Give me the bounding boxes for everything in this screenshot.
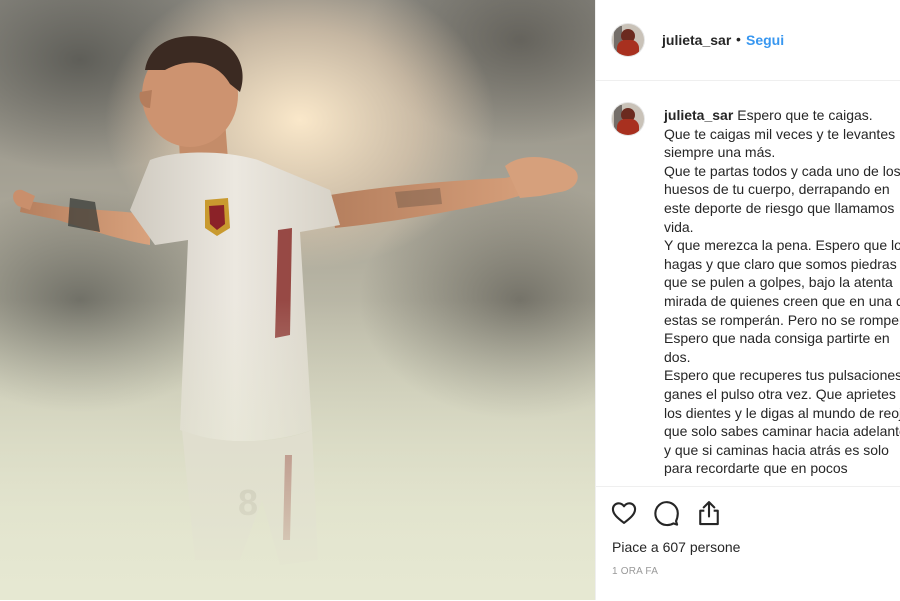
post-actions: Piace a 607 persone 1 ORA FA xyxy=(596,486,900,601)
post-sidebar: julieta_sar • Segui julieta_sar Espero qu… xyxy=(596,0,900,600)
player-illustration: 8 xyxy=(0,36,595,600)
share-icon[interactable] xyxy=(695,499,723,527)
comments-area[interactable]: julieta_sar Espero que te caigas. Que te … xyxy=(596,81,900,485)
follow-button[interactable]: Segui xyxy=(746,32,784,48)
caption-username[interactable]: julieta_sar xyxy=(664,107,733,123)
caption-avatar[interactable] xyxy=(612,103,644,135)
post-caption: julieta_sar Espero que te caigas. Que te … xyxy=(664,106,900,478)
post-timestamp[interactable]: 1 ORA FA xyxy=(612,566,658,577)
post-photo[interactable]: 8 xyxy=(0,0,595,600)
avatar[interactable] xyxy=(612,24,644,56)
caption-text: Espero que te caigas. Que te caigas mil … xyxy=(664,107,900,477)
username-link[interactable]: julieta_sar xyxy=(662,32,731,48)
separator-dot: • xyxy=(736,31,741,47)
heart-icon[interactable] xyxy=(610,499,638,527)
comment-icon[interactable] xyxy=(652,499,680,527)
post-header: julieta_sar • Segui xyxy=(596,0,900,81)
likes-count[interactable]: Piace a 607 persone xyxy=(612,539,740,555)
